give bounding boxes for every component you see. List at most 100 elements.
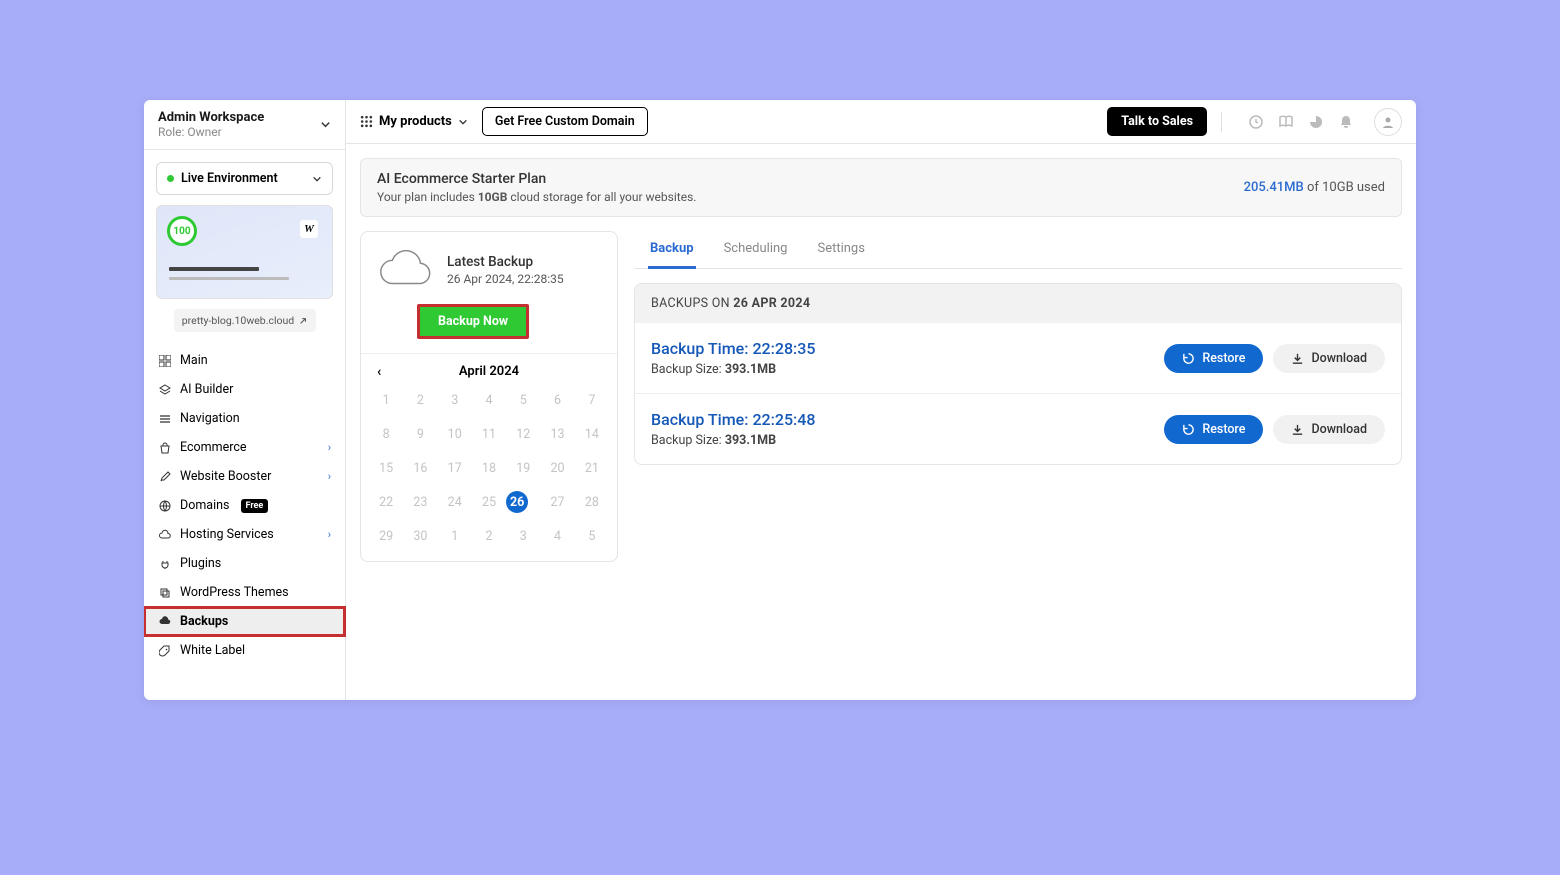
- latest-backup-date: 26 Apr 2024, 22:28:35: [447, 272, 564, 286]
- calendar-day[interactable]: 3: [438, 389, 472, 411]
- nav-hosting[interactable]: Hosting Services›: [144, 520, 345, 549]
- calendar-day[interactable]: 20: [540, 457, 574, 479]
- plan-description: Your plan includes 10GB cloud storage fo…: [377, 190, 696, 204]
- nav-navigation[interactable]: Navigation: [144, 404, 345, 433]
- nav-ecommerce[interactable]: Ecommerce›: [144, 433, 345, 462]
- calendar-day[interactable]: 4: [472, 389, 506, 411]
- restore-button[interactable]: Restore: [1164, 415, 1263, 444]
- app-window: Admin Workspace Role: Owner Live Environ…: [144, 100, 1416, 700]
- calendar-day[interactable]: 4: [540, 525, 574, 547]
- clock-icon[interactable]: [1248, 114, 1264, 130]
- calendar-day[interactable]: 13: [540, 423, 574, 445]
- workspace-selector[interactable]: Admin Workspace Role: Owner: [144, 100, 345, 150]
- chevron-down-icon: [312, 174, 322, 184]
- calendar-day[interactable]: 12: [506, 423, 540, 445]
- bell-icon[interactable]: [1338, 114, 1354, 130]
- layers-icon: [158, 383, 171, 396]
- cloud-icon: [375, 250, 433, 290]
- workspace-title: Admin Workspace: [158, 110, 264, 125]
- calendar-day[interactable]: 5: [575, 525, 609, 547]
- backup-size: Backup Size: 393.1MB: [651, 362, 815, 377]
- backup-row: Backup Time: 22:25:48 Backup Size: 393.1…: [635, 393, 1401, 464]
- book-icon[interactable]: [1278, 114, 1294, 130]
- calendar-day[interactable]: 2: [403, 389, 437, 411]
- calendar-day[interactable]: 29: [369, 525, 403, 547]
- topbar: My products Get Free Custom Domain Talk …: [346, 100, 1416, 144]
- chevron-right-icon: ›: [328, 470, 331, 483]
- chevron-down-icon: [458, 117, 468, 127]
- calendar-day[interactable]: 10: [438, 423, 472, 445]
- calendar-day[interactable]: 7: [575, 389, 609, 411]
- site-preview[interactable]: 100 W: [156, 205, 333, 299]
- calendar-day[interactable]: 18: [472, 457, 506, 479]
- calendar-day[interactable]: 19: [506, 457, 540, 479]
- calendar-day[interactable]: 5: [506, 389, 540, 411]
- calendar-day[interactable]: 14: [575, 423, 609, 445]
- grid-icon: [158, 354, 171, 367]
- tab-settings[interactable]: Settings: [815, 231, 866, 268]
- calendar-day[interactable]: 23: [403, 491, 437, 513]
- chevron-right-icon: ›: [328, 528, 331, 541]
- free-badge: Free: [241, 499, 269, 513]
- backup-time: Backup Time: 22:25:48: [651, 410, 815, 429]
- chevron-right-icon: ›: [328, 441, 331, 454]
- avatar[interactable]: [1374, 108, 1402, 136]
- score-badge: 100: [167, 216, 197, 246]
- backup-list: BACKUPS ON 26 APR 2024 Backup Time: 22:2…: [634, 283, 1402, 465]
- calendar-day[interactable]: 2: [472, 525, 506, 547]
- rocket-icon: [158, 470, 171, 483]
- talk-to-sales-button[interactable]: Talk to Sales: [1107, 107, 1207, 136]
- calendar-day[interactable]: 28: [575, 491, 609, 513]
- chart-icon[interactable]: [1308, 114, 1324, 130]
- nav-backups[interactable]: Backups: [144, 607, 345, 636]
- tag-icon: [158, 644, 171, 657]
- latest-backup-label: Latest Backup: [447, 254, 564, 270]
- tab-backup[interactable]: Backup: [648, 231, 696, 269]
- plan-title: AI Ecommerce Starter Plan: [377, 171, 696, 187]
- nav-website-booster[interactable]: Website Booster›: [144, 462, 345, 491]
- calendar-day[interactable]: 27: [540, 491, 574, 513]
- calendar: ‹ April 2024 123456789101112131415161718…: [361, 353, 617, 561]
- calendar-day[interactable]: 15: [369, 457, 403, 479]
- calendar-day[interactable]: 11: [472, 423, 506, 445]
- calendar-day[interactable]: 16: [403, 457, 437, 479]
- list-header: BACKUPS ON 26 APR 2024: [635, 284, 1401, 323]
- calendar-day[interactable]: 30: [403, 525, 437, 547]
- nav-plugins[interactable]: Plugins: [144, 549, 345, 578]
- calendar-day[interactable]: 22: [369, 491, 403, 513]
- calendar-month: April 2024: [459, 364, 519, 379]
- nav-ai-builder[interactable]: AI Builder: [144, 375, 345, 404]
- domain-label: pretty-blog.10web.cloud: [182, 314, 294, 327]
- backup-now-button[interactable]: Backup Now: [417, 304, 529, 339]
- nav-white-label[interactable]: White Label: [144, 636, 345, 665]
- environment-selector[interactable]: Live Environment: [156, 162, 333, 195]
- status-dot-icon: [167, 175, 174, 182]
- calendar-day[interactable]: 24: [438, 491, 472, 513]
- environment-label: Live Environment: [181, 171, 278, 186]
- nav-themes[interactable]: WordPress Themes: [144, 578, 345, 607]
- download-button[interactable]: Download: [1273, 344, 1385, 373]
- calendar-day[interactable]: 17: [438, 457, 472, 479]
- backup-time: Backup Time: 22:28:35: [651, 339, 815, 358]
- calendar-day[interactable]: 9: [403, 423, 437, 445]
- calendar-day[interactable]: 21: [575, 457, 609, 479]
- domain-chip[interactable]: pretty-blog.10web.cloud: [174, 309, 316, 332]
- arrow-icon: [613, 302, 618, 328]
- calendar-day[interactable]: 25: [472, 491, 506, 513]
- download-button[interactable]: Download: [1273, 415, 1385, 444]
- calendar-day[interactable]: 8: [369, 423, 403, 445]
- calendar-day[interactable]: 26: [506, 491, 528, 513]
- tab-scheduling[interactable]: Scheduling: [722, 231, 790, 268]
- calendar-day[interactable]: 6: [540, 389, 574, 411]
- plan-banner: AI Ecommerce Starter Plan Your plan incl…: [360, 158, 1402, 217]
- nav-domains[interactable]: DomainsFree: [144, 491, 345, 520]
- calendar-day[interactable]: 3: [506, 525, 540, 547]
- nav-main[interactable]: Main: [144, 346, 345, 375]
- custom-domain-button[interactable]: Get Free Custom Domain: [482, 107, 648, 136]
- cloud-icon: [158, 528, 171, 541]
- calendar-day[interactable]: 1: [369, 389, 403, 411]
- calendar-day[interactable]: 1: [438, 525, 472, 547]
- my-products-menu[interactable]: My products: [360, 114, 468, 129]
- calendar-prev-button[interactable]: ‹: [377, 364, 381, 380]
- restore-button[interactable]: Restore: [1164, 344, 1263, 373]
